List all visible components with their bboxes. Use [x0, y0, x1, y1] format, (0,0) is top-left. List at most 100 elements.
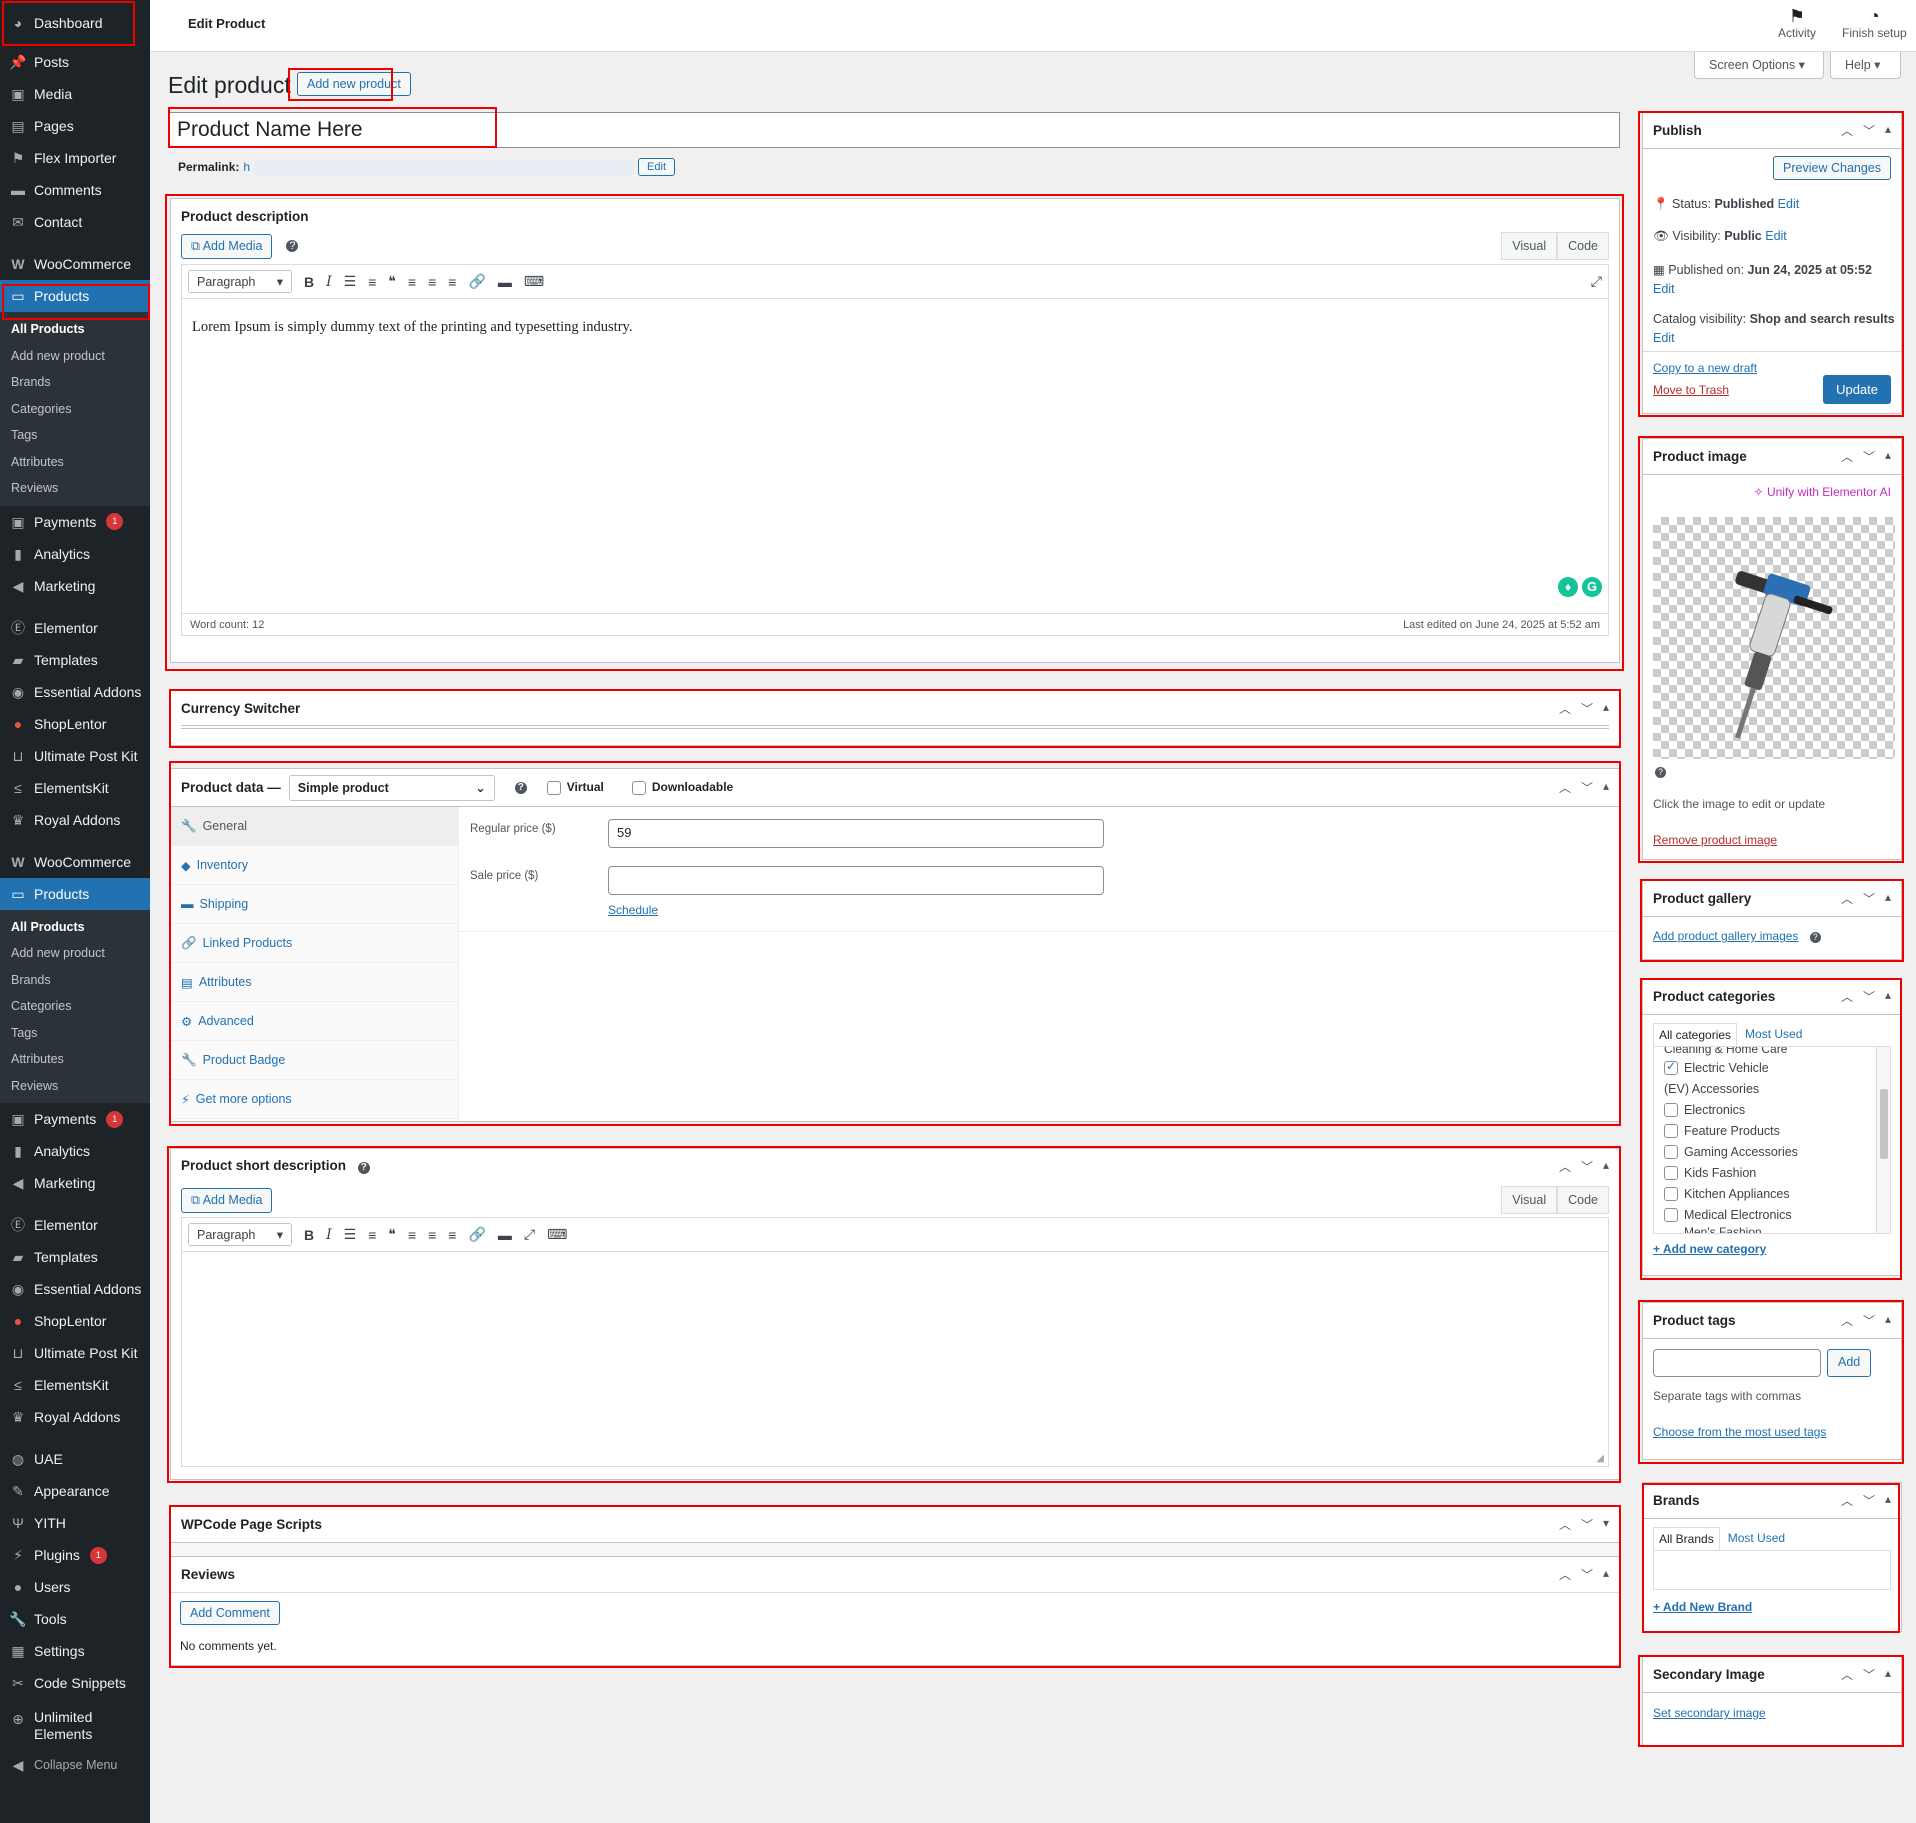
uae-icon: ◍: [11, 1451, 25, 1467]
menu-royal-addons-2[interactable]: ♛ Royal Addons: [0, 1401, 150, 1433]
menu-elementor-2[interactable]: Ⓔ Elementor: [0, 1209, 150, 1241]
permalink-url-blurred: [254, 159, 635, 175]
payments-icon: ▣: [11, 513, 25, 530]
menu-media[interactable]: ▣ Media: [0, 78, 150, 110]
menu-woocommerce-2[interactable]: W WooCommerce: [0, 846, 150, 878]
menu-posts[interactable]: 📌 Posts: [0, 46, 150, 78]
products-submenu-2: All Products Add new product Brands Cate…: [0, 909, 150, 1103]
page-heading: Edit product: [168, 72, 291, 98]
menu-yith[interactable]: Ψ YITH: [0, 1507, 150, 1539]
menu-payments-2[interactable]: ▣ Payments 1: [0, 1103, 150, 1135]
brush-icon: ✎: [12, 1483, 24, 1499]
menu-templates[interactable]: ▰ Templates: [0, 644, 150, 676]
menu-products-2[interactable]: ▭ Products: [0, 877, 150, 910]
highlight-box: [169, 689, 1621, 748]
highlight-box: [165, 194, 1624, 671]
menu-woocommerce[interactable]: W WooCommerce: [0, 248, 150, 280]
submenu-attributes-2[interactable]: Attributes: [0, 1046, 150, 1073]
menu-tools[interactable]: 🔧 Tools: [0, 1603, 150, 1635]
menu-ultimate-post-kit-2[interactable]: ⊔ Ultimate Post Kit: [0, 1337, 150, 1369]
highlight-box: [2, 284, 150, 320]
pages-icon: ▤: [11, 118, 25, 134]
collapse-menu[interactable]: ◀ Collapse Menu: [0, 1749, 150, 1781]
menu-marketing-2[interactable]: ◀ Marketing: [0, 1167, 150, 1199]
flag-icon: ⚑: [1788, 6, 1806, 26]
submenu-brands[interactable]: Brands: [0, 369, 150, 396]
scissors-icon: ✂: [12, 1675, 24, 1691]
payments-badge: 1: [106, 1110, 124, 1128]
progress-icon: ◔: [1868, 6, 1880, 26]
elementskit-icon: ≤: [14, 779, 22, 796]
ea-icon: ◉: [11, 1281, 25, 1297]
menu-uae[interactable]: ◍ UAE: [0, 1443, 150, 1475]
woo-icon: W: [11, 256, 25, 272]
megaphone-icon: ◀: [12, 577, 24, 594]
menu-flex-importer[interactable]: ⚑ Flex Importer: [0, 142, 150, 174]
menu-essential-addons-2[interactable]: ◉ Essential Addons: [0, 1273, 150, 1305]
payments-icon: ▣: [11, 1111, 25, 1127]
menu-essential-addons[interactable]: ◉ Essential Addons: [0, 676, 150, 708]
elementor-icon: Ⓔ: [11, 1217, 25, 1233]
menu-shoplentor[interactable]: ● ShopLentor: [0, 708, 150, 740]
submenu-tags-2[interactable]: Tags: [0, 1020, 150, 1047]
highlight-box: [1638, 1300, 1904, 1464]
menu-elementor[interactable]: Ⓔ Elementor: [0, 612, 150, 644]
yith-icon: Ψ: [12, 1515, 24, 1531]
menu-payments[interactable]: ▣ Payments 1: [0, 506, 150, 538]
highlight-box: [1640, 978, 1902, 1280]
menu-code-snippets[interactable]: ✂ Code Snippets: [0, 1667, 150, 1699]
menu-pages[interactable]: ▤ Pages: [0, 110, 150, 142]
submenu-categories[interactable]: Categories: [0, 396, 150, 423]
permalink-link[interactable]: h: [243, 160, 250, 174]
menu-ultimate-post-kit[interactable]: ⊔ Ultimate Post Kit: [0, 740, 150, 772]
highlight-box: [2, 1, 135, 46]
submenu-categories-2[interactable]: Categories: [0, 993, 150, 1020]
submenu-brands-2[interactable]: Brands: [0, 967, 150, 994]
menu-users[interactable]: ● Users: [0, 1571, 150, 1603]
admin-sidebar: ◕ Dashboard 📌 Posts ▣ Media ▤ Pages ⚑ Flex Im…: [0, 0, 150, 1823]
menu-shoplentor-2[interactable]: ● ShopLentor: [0, 1305, 150, 1337]
submenu-all-products-2[interactable]: All Products: [0, 914, 150, 941]
finish-setup-button[interactable]: ◔ Finish setup: [1842, 6, 1907, 40]
highlight-box: [1642, 1483, 1900, 1633]
submenu-tags[interactable]: Tags: [0, 422, 150, 449]
highlight-box: [168, 107, 497, 148]
plugins-badge: 1: [89, 1546, 107, 1564]
menu-plugins[interactable]: ⚡ Plugins 1: [0, 1539, 150, 1571]
highlight-box: [1638, 111, 1904, 417]
collapse-icon: ◀: [12, 1757, 24, 1773]
menu-marketing[interactable]: ◀ Marketing: [0, 570, 150, 602]
plug-icon: ⚡: [13, 1547, 23, 1563]
highlight-box: [169, 1505, 1621, 1668]
activity-button[interactable]: ⚑ Activity: [1778, 6, 1816, 40]
menu-comments[interactable]: ▬ Comments: [0, 174, 150, 206]
menu-elementskit[interactable]: ≤ ElementsKit: [0, 772, 150, 804]
top-bar: Edit Product ⚑ Activity ◔ Finish setup: [150, 0, 1916, 52]
permalink-edit-button[interactable]: Edit: [638, 158, 676, 176]
settings-icon: ▦: [11, 1643, 25, 1659]
menu-elementskit-2[interactable]: ≤ ElementsKit: [0, 1369, 150, 1401]
menu-contact[interactable]: ✉ Contact: [0, 206, 150, 238]
submenu-attributes[interactable]: Attributes: [0, 449, 150, 476]
menu-appearance[interactable]: ✎ Appearance: [0, 1475, 150, 1507]
screen-options-button[interactable]: Screen Options ▾: [1694, 52, 1824, 79]
ue-icon: ⊕: [12, 1711, 24, 1727]
submenu-add-new-2[interactable]: Add new product: [0, 940, 150, 967]
archive-icon: ▭: [11, 885, 25, 902]
bar-chart-icon: ▮: [14, 545, 22, 562]
menu-settings[interactable]: ▦ Settings: [0, 1635, 150, 1667]
submenu-add-new[interactable]: Add new product: [0, 343, 150, 370]
payments-badge: 1: [106, 513, 124, 530]
crown-icon: ♛: [11, 811, 25, 828]
menu-analytics-2[interactable]: ▮ Analytics: [0, 1135, 150, 1167]
submenu-reviews[interactable]: Reviews: [0, 475, 150, 502]
upk-icon: ⊔: [12, 747, 24, 764]
megaphone-icon: ◀: [12, 1175, 24, 1191]
menu-unlimited-elements[interactable]: ⊕ Unlimited Elements: [0, 1709, 150, 1749]
submenu-reviews-2[interactable]: Reviews: [0, 1073, 150, 1100]
menu-analytics[interactable]: ▮ Analytics: [0, 538, 150, 570]
page-title: Edit Product: [188, 16, 266, 31]
menu-templates-2[interactable]: ▰ Templates: [0, 1241, 150, 1273]
menu-royal-addons[interactable]: ♛ Royal Addons: [0, 804, 150, 836]
help-button[interactable]: Help ▾: [1830, 52, 1901, 79]
